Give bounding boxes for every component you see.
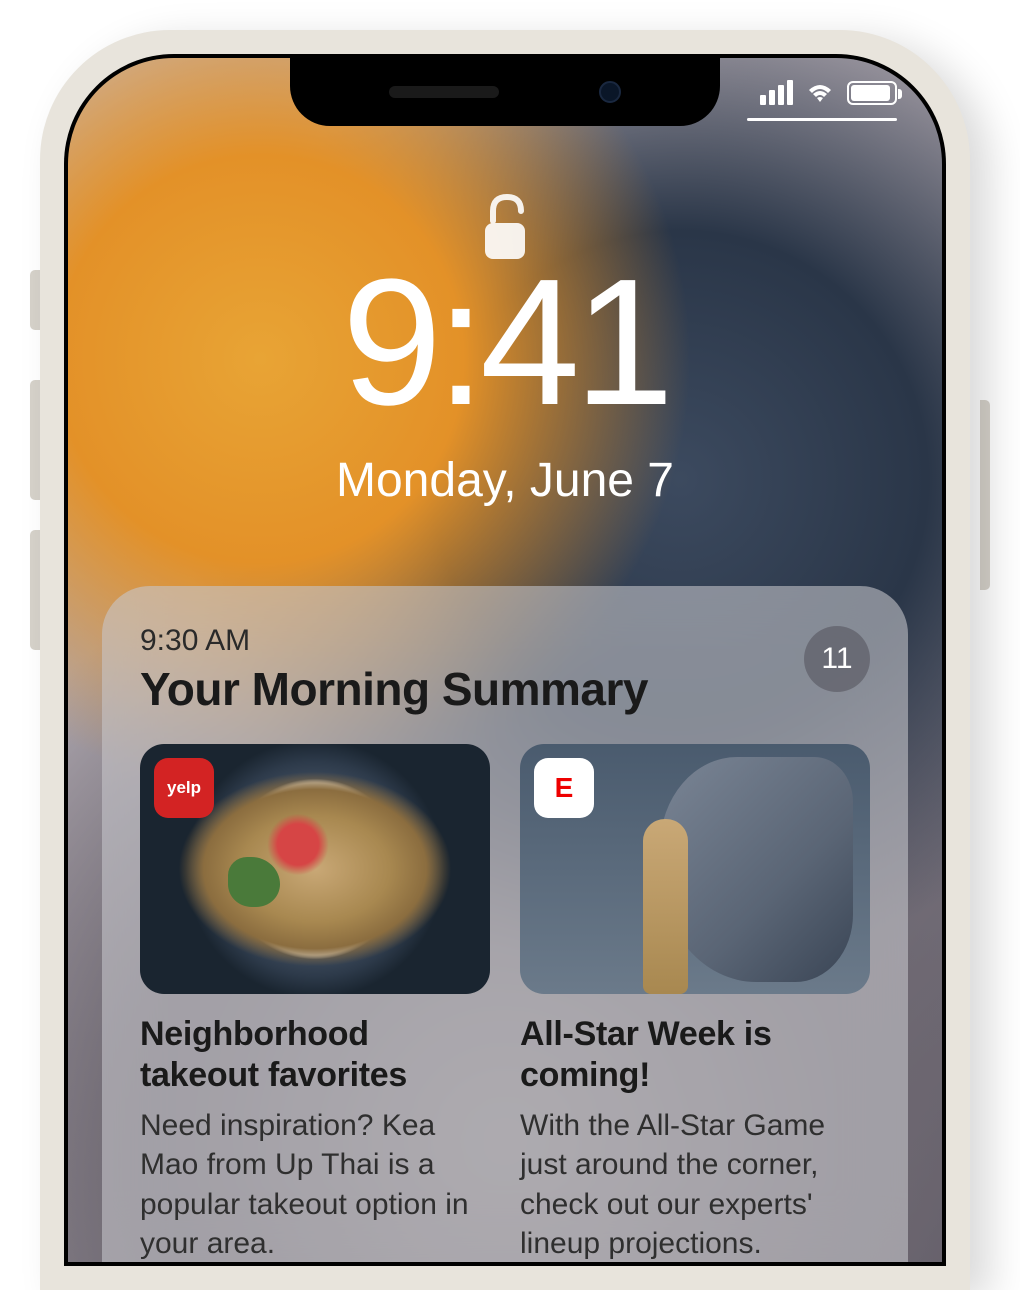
notification-card-yelp[interactable]: yelp Neighborhood takeout favorites Need… bbox=[140, 744, 490, 1262]
notification-card-espn[interactable]: E All-Star Week is coming! With the All-… bbox=[520, 744, 870, 1262]
summary-header: 9:30 AM Your Morning Summary 11 bbox=[140, 624, 870, 716]
lock-screen[interactable]: 9:41 Monday, June 7 9:30 AM Your Morning… bbox=[68, 58, 942, 1262]
power-button[interactable] bbox=[980, 400, 990, 590]
clock-date: Monday, June 7 bbox=[68, 453, 942, 508]
yelp-app-icon: yelp bbox=[154, 758, 214, 818]
summary-count-badge[interactable]: 11 bbox=[804, 626, 870, 692]
phone-frame: 9:41 Monday, June 7 9:30 AM Your Morning… bbox=[40, 30, 970, 1290]
notification-summary-card[interactable]: 9:30 AM Your Morning Summary 11 yelp Nei… bbox=[102, 586, 908, 1262]
earpiece-speaker bbox=[389, 86, 499, 98]
notification-title: Neighborhood takeout favorites bbox=[140, 1014, 490, 1096]
notification-thumbnail: E bbox=[520, 744, 870, 994]
wifi-icon bbox=[805, 82, 835, 104]
summary-time: 9:30 AM bbox=[140, 624, 870, 658]
battery-icon bbox=[847, 81, 897, 105]
notification-body: With the All-Star Game just around the c… bbox=[520, 1106, 870, 1262]
notification-thumbnail: yelp bbox=[140, 744, 490, 994]
summary-count: 11 bbox=[821, 642, 852, 676]
control-center-hint[interactable] bbox=[747, 118, 897, 121]
summary-cards-row: yelp Neighborhood takeout favorites Need… bbox=[140, 744, 870, 1262]
notification-title: All-Star Week is coming! bbox=[520, 1014, 870, 1096]
status-bar bbox=[760, 80, 897, 105]
volume-down-button[interactable] bbox=[30, 530, 40, 650]
notification-body: Need inspiration? Kea Mao from Up Thai i… bbox=[140, 1106, 490, 1262]
front-camera bbox=[599, 81, 621, 103]
phone-bezel: 9:41 Monday, June 7 9:30 AM Your Morning… bbox=[64, 54, 946, 1266]
silence-switch[interactable] bbox=[30, 270, 40, 330]
summary-title: Your Morning Summary bbox=[140, 662, 870, 716]
volume-up-button[interactable] bbox=[30, 380, 40, 500]
cellular-signal-icon bbox=[760, 80, 793, 105]
clock-time: 9:41 bbox=[68, 253, 942, 433]
notch bbox=[290, 58, 720, 126]
espn-app-icon: E bbox=[534, 758, 594, 818]
